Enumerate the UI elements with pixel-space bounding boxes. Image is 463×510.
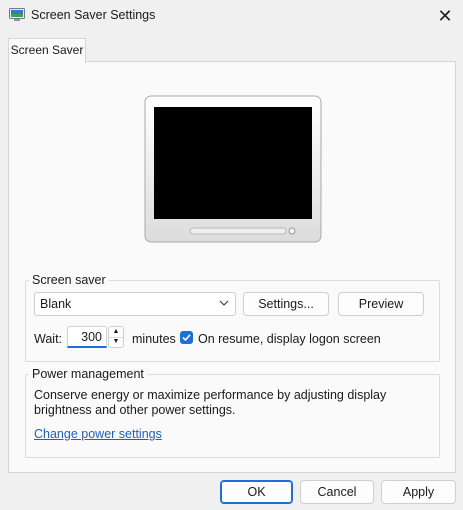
resume-logon-checkbox[interactable] [180,331,193,344]
power-description: Conserve energy or maximize performance … [34,388,387,417]
screen-saver-selected: Blank [40,297,72,311]
wait-label: Wait: [34,332,63,346]
wait-minutes-stepper[interactable]: ▲ ▼ [108,326,124,348]
screen-saver-dropdown[interactable]: Blank [34,292,236,316]
cancel-button[interactable]: Cancel [300,480,374,504]
spin-down-icon[interactable]: ▼ [109,337,123,347]
wait-minutes-value: 300 [81,330,102,344]
tab-screen-saver[interactable]: Screen Saver [8,38,86,63]
apply-button[interactable]: Apply [381,480,456,504]
preview-button[interactable]: Preview [338,292,424,316]
tab-panel: Screen saver Blank Settings... Preview W… [8,61,456,473]
monitor-preview [144,95,322,243]
screen-saver-app-icon [9,8,25,22]
close-icon[interactable]: ✕ [428,2,462,30]
settings-button[interactable]: Settings... [243,292,329,316]
resume-logon-label[interactable]: On resume, display logon screen [198,332,381,346]
chevron-down-icon [219,297,229,311]
title-bar: Screen Saver Settings ✕ [0,0,463,32]
power-management-group-label: Power management [29,367,147,381]
wait-minutes-input[interactable]: 300 [67,326,107,348]
minutes-label: minutes [132,332,176,346]
window-title: Screen Saver Settings [31,8,156,22]
ok-button[interactable]: OK [220,480,293,504]
screen-saver-group-label: Screen saver [29,273,109,287]
change-power-settings-link[interactable]: Change power settings [34,427,162,441]
